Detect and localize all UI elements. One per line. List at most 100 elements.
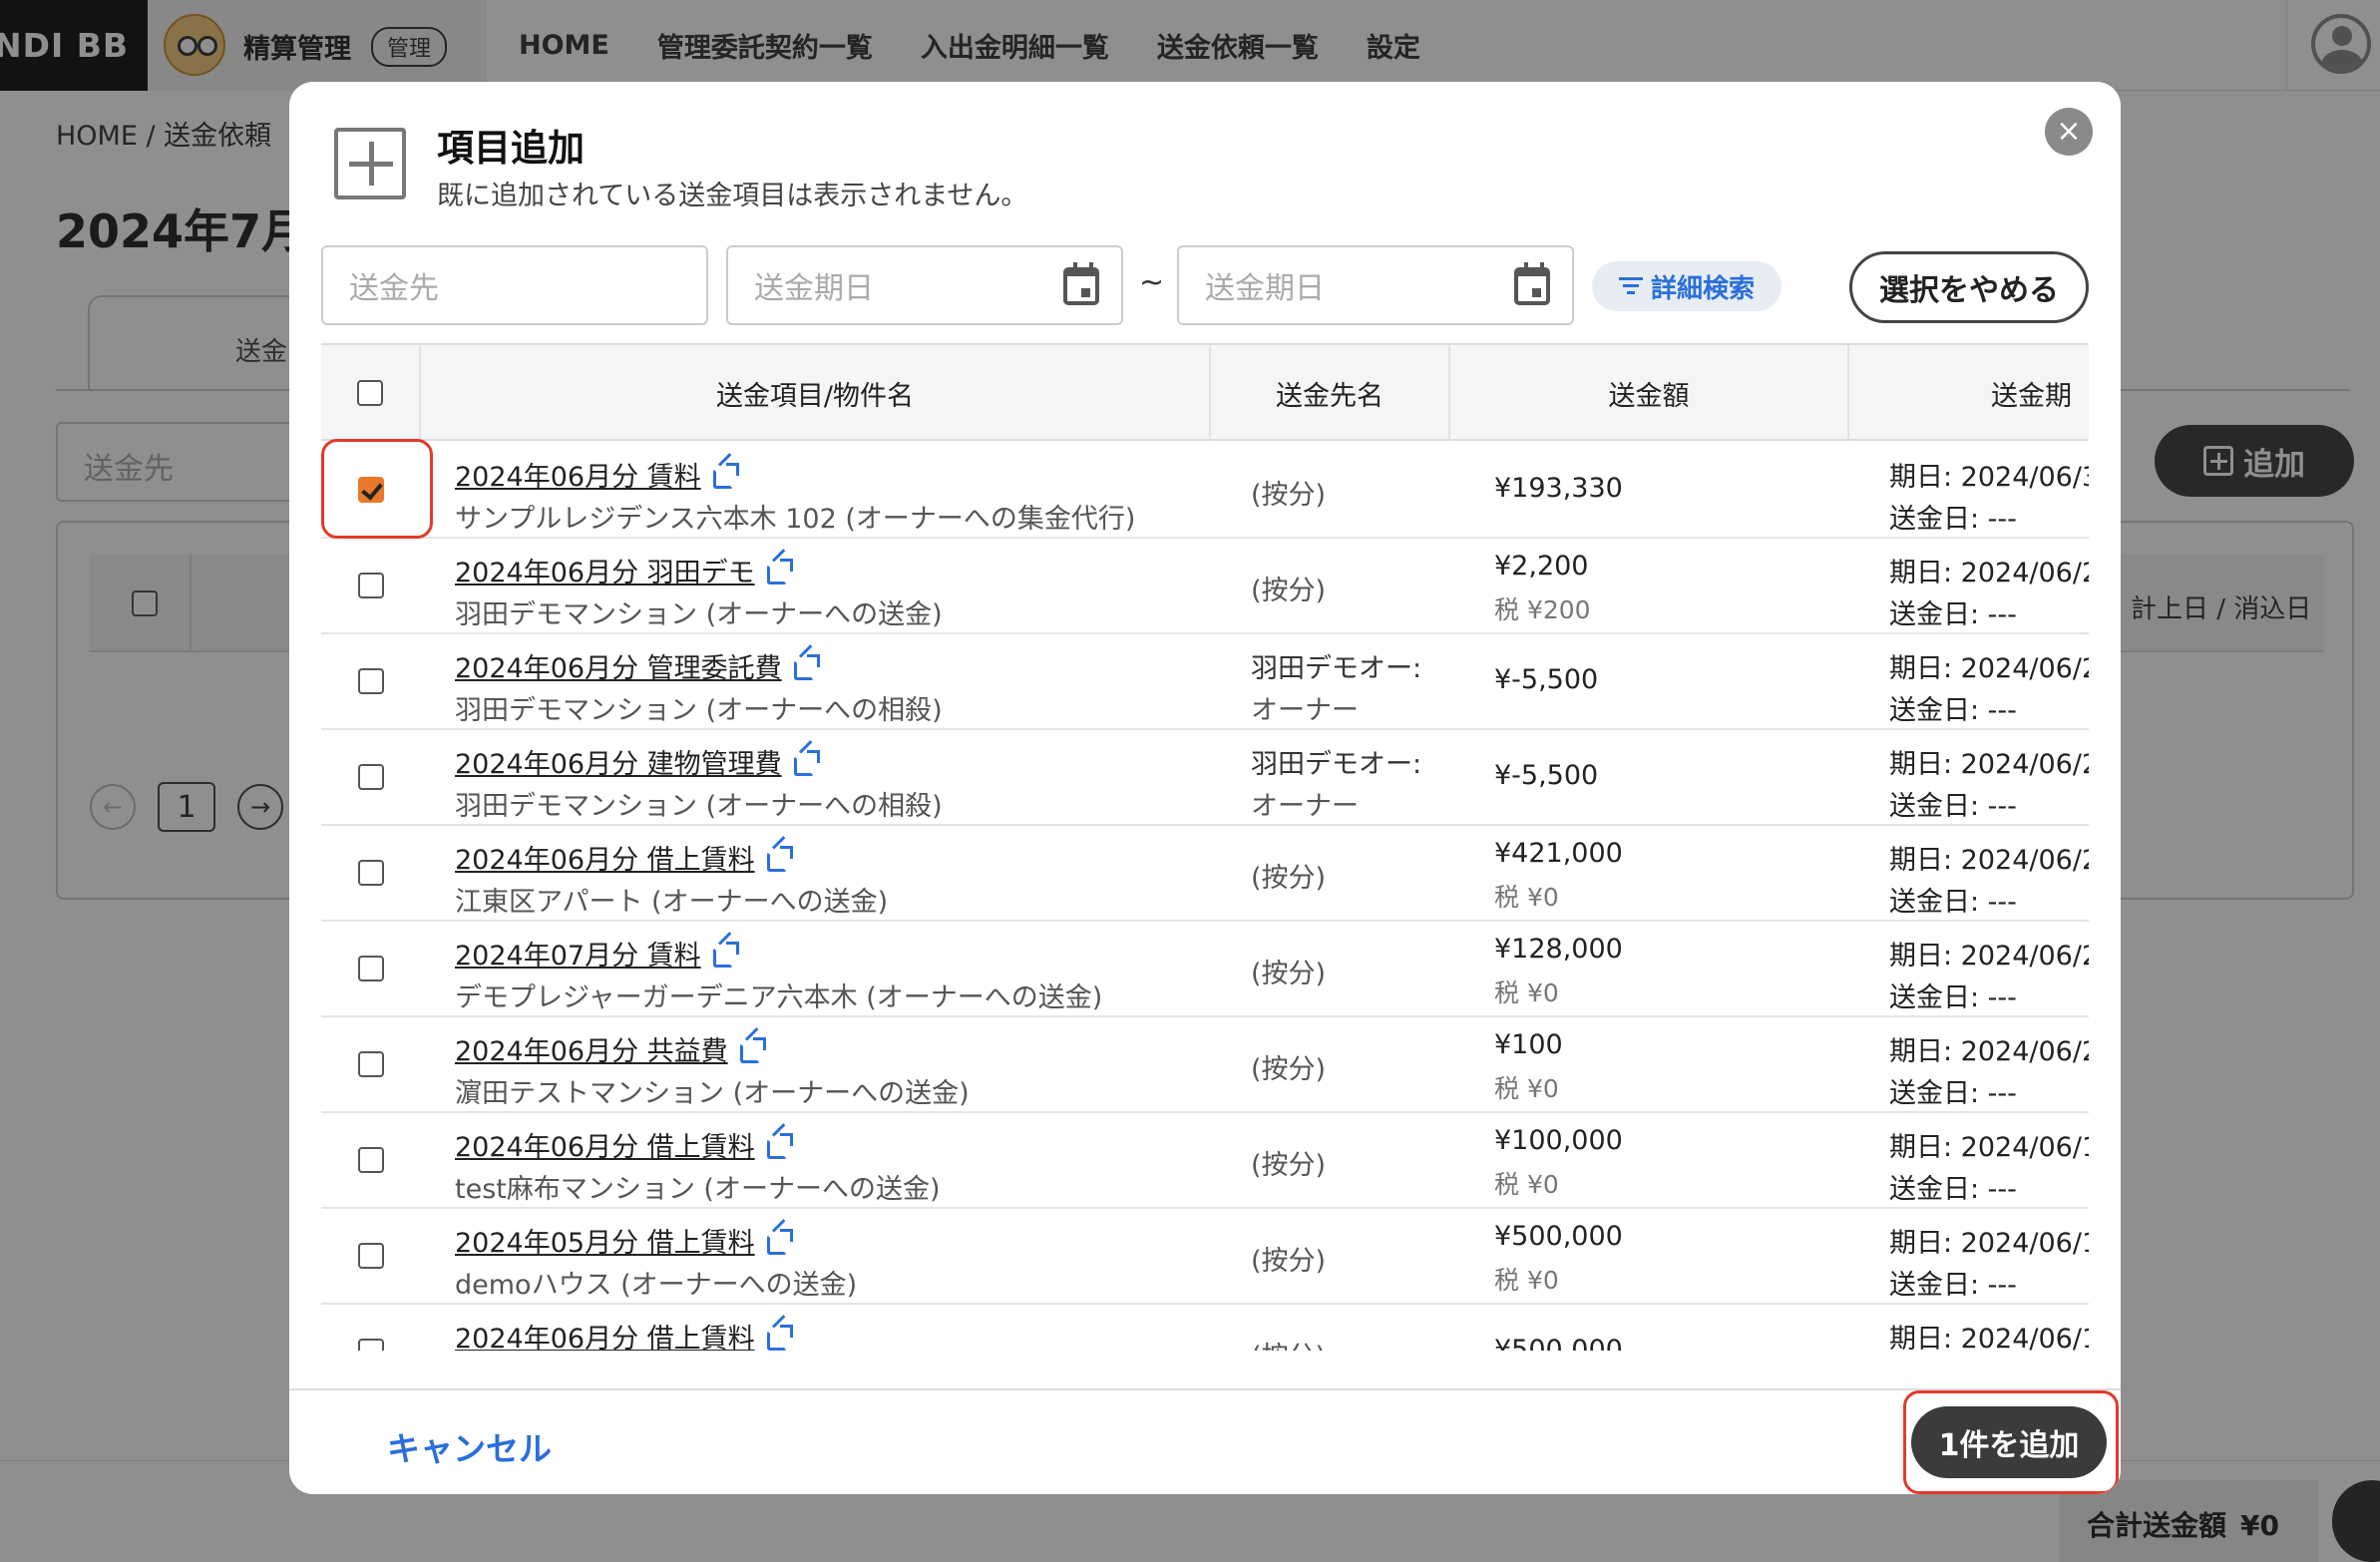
row-checkbox[interactable] [358, 1051, 384, 1077]
item-title-link[interactable]: 2024年07月分 賃料 [455, 934, 739, 973]
item-title-link[interactable]: 2024年06月分 共益費 [455, 1029, 766, 1068]
item-title-link[interactable]: 2024年06月分 羽田デモ [455, 551, 793, 589]
table-row[interactable]: 2024年06月分 賃料 サンプルレジデンス六本木 102 (オーナーへの集金代行… [321, 443, 2089, 539]
external-link-icon[interactable] [766, 1324, 793, 1351]
row-checkbox[interactable] [358, 668, 384, 694]
select-all-checkbox[interactable] [357, 380, 383, 406]
due-date: 期日: 2024/06/3 [1889, 462, 2089, 493]
due-date: 期日: 2024/06/2 [1889, 941, 2089, 972]
item-title: 2024年06月分 建物管理費 [455, 749, 782, 780]
due-date: 期日: 2024/06/2 [1889, 1036, 2089, 1067]
item-title: 2024年06月分 賃料 [455, 462, 701, 493]
column-due: 送金期 [1991, 380, 2072, 412]
external-link-icon[interactable] [766, 845, 793, 872]
external-link-icon[interactable] [766, 1228, 793, 1255]
item-title-link[interactable]: 2024年06月分 借上賃料 [455, 1317, 793, 1351]
recipient-name: 羽田デモオー: [1251, 749, 1422, 780]
due-date: 期日: 2024/06/2 [1889, 845, 2089, 876]
item-title: 2024年06月分 借上賃料 [455, 1132, 755, 1163]
column-amount: 送金額 [1450, 345, 1849, 441]
row-checkbox[interactable] [358, 1339, 384, 1351]
item-title-link[interactable]: 2024年06月分 賃料 [455, 455, 739, 494]
item-title: 2024年06月分 借上賃料 [455, 1324, 755, 1351]
property-name: 羽田デモマンション (オーナーへの相殺) [455, 695, 943, 726]
recipient-type: オーナー [1251, 695, 1359, 726]
item-title-link[interactable]: 2024年06月分 借上賃料 [455, 838, 793, 877]
recipient-name: (按分) [1251, 576, 1327, 606]
item-title: 2024年07月分 賃料 [455, 941, 701, 972]
recipient-name: (按分) [1251, 959, 1327, 989]
amount: ¥128,000 [1494, 934, 1623, 965]
due-date: 期日: 2024/06/1 [1889, 1324, 2089, 1351]
due-date-to-input[interactable]: 送金期日 [1177, 245, 1574, 325]
amount: ¥100,000 [1494, 1125, 1623, 1156]
date-range-separator: ~ [1139, 265, 1165, 300]
item-title-link[interactable]: 2024年06月分 管理委託費 [455, 646, 820, 685]
recipient-filter-input[interactable]: 送金先 [321, 245, 708, 325]
detail-search-button[interactable]: 詳細検索 [1592, 261, 1782, 311]
sent-date: 送金日: --- [1889, 1270, 2017, 1301]
item-title: 2024年06月分 管理委託費 [455, 653, 782, 684]
row-checkbox[interactable] [358, 956, 384, 981]
due-date: 期日: 2024/06/1 [1889, 1132, 2089, 1163]
close-icon[interactable]: × [2045, 108, 2093, 156]
date-from-placeholder: 送金期日 [754, 271, 874, 306]
recipient-name: 羽田デモオー: [1251, 653, 1422, 684]
row-checkbox[interactable] [358, 573, 384, 598]
sent-date: 送金日: --- [1889, 599, 2017, 630]
table-row[interactable]: 2024年06月分 借上賃料 江東区アパート (オーナーへの送金) (按分) ¥421… [321, 826, 2089, 922]
select-all-cell [321, 345, 421, 441]
external-link-icon[interactable] [793, 749, 820, 776]
tax-amount: 税 ¥0 [1494, 1170, 1559, 1199]
cancel-button[interactable]: キャンセル [387, 1422, 552, 1470]
calendar-icon[interactable] [1063, 262, 1099, 305]
property-name: test麻布マンション (オーナーへの送金) [455, 1174, 941, 1205]
item-title-link[interactable]: 2024年06月分 借上賃料 [455, 1125, 793, 1164]
due-date-from-input[interactable]: 送金期日 [726, 245, 1123, 325]
table-row[interactable]: 2024年06月分 羽田デモ 羽田デモマンション (オーナーへの送金) (按分) ¥2… [321, 539, 2089, 634]
table-row[interactable]: 2024年06月分 借上賃料 (按分) ¥500,000 期日: 2024/06/1 [321, 1305, 2089, 1351]
row-checkbox[interactable] [358, 764, 384, 790]
item-title: 2024年06月分 借上賃料 [455, 845, 755, 876]
external-link-icon[interactable] [793, 653, 820, 680]
property-name: demoハウス (オーナーへの送金) [455, 1270, 858, 1301]
recipient-type: オーナー [1251, 791, 1359, 822]
calendar-icon[interactable] [1514, 262, 1550, 305]
external-link-icon[interactable] [712, 462, 739, 489]
column-recipient: 送金先名 [1211, 345, 1450, 441]
sent-date: 送金日: --- [1889, 982, 2017, 1013]
external-link-icon[interactable] [739, 1036, 766, 1063]
tax-amount: 税 ¥0 [1494, 1266, 1559, 1295]
sent-date: 送金日: --- [1889, 1078, 2017, 1109]
external-link-icon[interactable] [712, 941, 739, 968]
row-checkbox[interactable] [358, 860, 384, 886]
item-title: 2024年05月分 借上賃料 [455, 1228, 755, 1259]
recipient-name: (按分) [1251, 1054, 1327, 1085]
detail-search-label: 詳細検索 [1650, 273, 1755, 304]
amount: ¥500,000 [1494, 1221, 1623, 1252]
modal-subtitle: 既に追加されている送金項目は表示されません。 [437, 181, 1028, 211]
table-row[interactable]: 2024年06月分 管理委託費羽田デモマンション (オーナーへの相殺) 羽田デモオ… [321, 634, 2089, 730]
external-link-icon[interactable] [766, 1132, 793, 1159]
row-checkbox[interactable] [358, 1147, 384, 1173]
item-title-link[interactable]: 2024年05月分 借上賃料 [455, 1221, 793, 1260]
items-table[interactable]: 送金項目/物件名 送金先名 送金額 送金期 2024年06月分 賃料 サンプルレジ… [321, 343, 2089, 1351]
deselect-button[interactable]: 選択をやめる [1849, 251, 2089, 323]
add-item-modal: 項目追加 既に追加されている送金項目は表示されません。 × 送金先 送金期日 ~… [289, 82, 2121, 1494]
recipient-name: (按分) [1251, 1335, 1430, 1351]
table-row[interactable]: 2024年06月分 借上賃料 test麻布マンション (オーナーへの送金) (按分)… [321, 1113, 2089, 1209]
row-checkbox[interactable] [358, 1243, 384, 1269]
due-date: 期日: 2024/06/1 [1889, 1228, 2089, 1259]
table-row[interactable]: 2024年06月分 共益費 濵田テストマンション (オーナーへの送金) (按分) ¥1… [321, 1017, 2089, 1113]
table-row[interactable]: 2024年05月分 借上賃料 demoハウス (オーナーへの送金) (按分) ¥500… [321, 1209, 2089, 1305]
item-title: 2024年06月分 羽田デモ [455, 558, 755, 588]
add-selected-button[interactable]: 1件を追加 [1911, 1406, 2107, 1478]
external-link-icon[interactable] [766, 558, 793, 585]
recipient-name: (按分) [1251, 480, 1327, 511]
sent-date: 送金日: --- [1889, 791, 2017, 822]
item-title-link[interactable]: 2024年06月分 建物管理費 [455, 742, 820, 781]
table-row[interactable]: 2024年07月分 賃料 デモプレジャーガーデニア六本木 (オーナーへの送金) (按… [321, 922, 2089, 1017]
sent-date: 送金日: --- [1889, 887, 2017, 918]
filter-icon [1618, 277, 1643, 295]
table-row[interactable]: 2024年06月分 建物管理費 羽田デモマンション (オーナーへの相殺) 羽田デモオ… [321, 730, 2089, 826]
